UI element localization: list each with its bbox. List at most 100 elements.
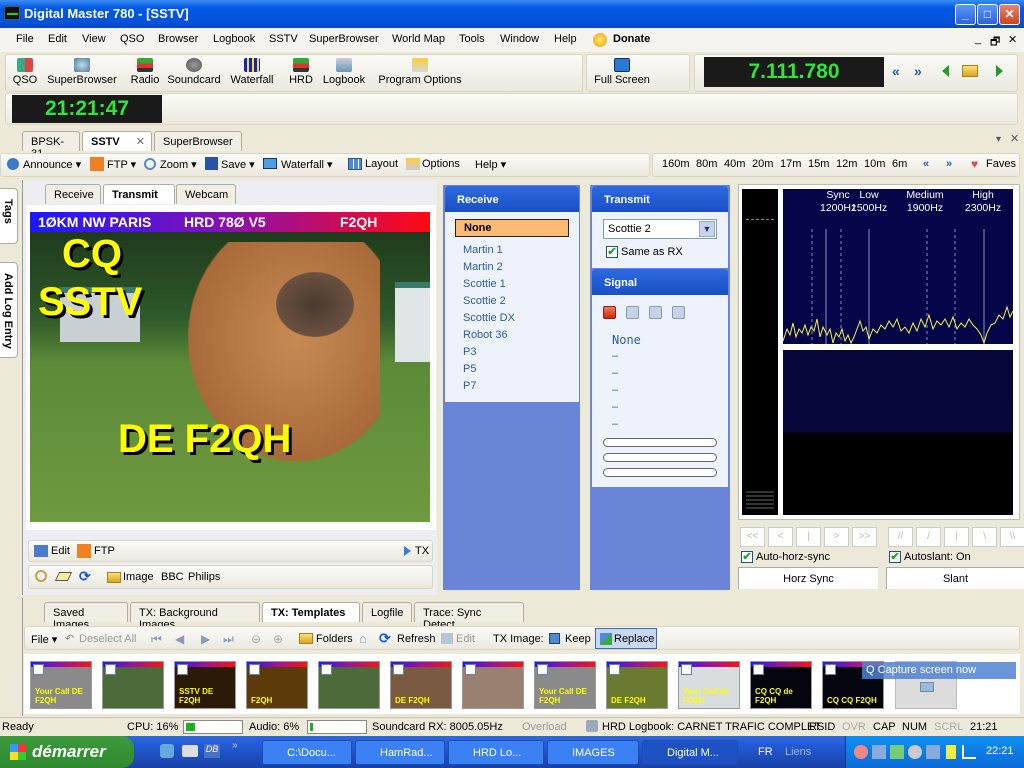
menu-world-map[interactable]: World Map: [392, 33, 445, 45]
menu-help[interactable]: Help: [554, 33, 577, 45]
faves-button[interactable]: Faves: [986, 158, 1016, 170]
slant-left[interactable]: /: [916, 527, 941, 547]
first-icon[interactable]: ⏮: [151, 632, 162, 647]
close-tab-icon[interactable]: ✕: [136, 135, 145, 148]
taskbar-item[interactable]: HRD Lo...: [448, 740, 544, 765]
toolbar-waterfall-button[interactable]: Waterfall: [228, 58, 276, 86]
tab-list-dropdown[interactable]: ▾: [996, 134, 1001, 145]
taskbar-item-active[interactable]: Digital M...: [642, 740, 738, 765]
template-thumbnail[interactable]: F2QH: [246, 661, 308, 709]
ftp-button[interactable]: FTP: [94, 545, 115, 557]
band-prev-button[interactable]: «: [923, 158, 929, 170]
network-icon[interactable]: [926, 745, 940, 759]
tab-saved-images[interactable]: Saved Images: [44, 602, 128, 631]
horz-shift-right-fast[interactable]: >>: [852, 527, 877, 547]
quicklaunch-db-icon[interactable]: DB: [204, 744, 220, 758]
zoom-menu[interactable]: Zoom ▾: [160, 158, 197, 171]
keep-button[interactable]: Keep: [565, 633, 591, 645]
waterfall-display[interactable]: [783, 350, 1013, 515]
refresh-button[interactable]: Refresh: [397, 633, 436, 645]
philips-button[interactable]: Philips: [188, 571, 220, 583]
prev-icon[interactable]: ◀: [175, 632, 184, 646]
horz-shift-left[interactable]: <: [768, 527, 793, 547]
thumbnail-select-checkbox[interactable]: [753, 664, 764, 675]
band-160m[interactable]: 160m: [662, 158, 690, 170]
taskbar-item[interactable]: HamRad...: [355, 740, 445, 765]
minimize-button[interactable]: _: [955, 4, 976, 25]
template-thumbnail[interactable]: Your Call de F2QH: [678, 661, 740, 709]
quicklaunch-ie-icon[interactable]: [160, 744, 174, 758]
receive-mode-item[interactable]: P7: [463, 380, 476, 392]
quicklaunch-more[interactable]: »: [232, 740, 238, 751]
menu-view[interactable]: View: [82, 33, 106, 45]
thumbnail-select-checkbox[interactable]: [393, 664, 404, 675]
spectrum-display[interactable]: Sync 1200Hz Low 1500Hz Medium 1900Hz High 23…: [783, 189, 1013, 344]
receive-mode-item[interactable]: Martin 1: [463, 244, 503, 256]
home-icon[interactable]: ⌂: [359, 631, 367, 646]
band-15m[interactable]: 15m: [808, 158, 829, 170]
menu-logbook[interactable]: Logbook: [213, 33, 255, 45]
autoslant-checkbox[interactable]: ✔: [889, 551, 901, 563]
next-icon[interactable]: ▶: [201, 632, 210, 646]
waterfall-menu[interactable]: Waterfall ▾: [281, 158, 333, 171]
deselect-all-button[interactable]: Deselect All: [79, 633, 136, 645]
tray-icon[interactable]: [946, 745, 956, 759]
zoom-in-icon[interactable]: ⊕: [273, 632, 283, 646]
toolbar-radio-button[interactable]: Radio: [128, 58, 162, 86]
thumbnail-select-checkbox[interactable]: [537, 664, 548, 675]
horz-sync-button[interactable]: Horz Sync: [738, 567, 878, 589]
same-as-rx-checkbox[interactable]: ✔: [606, 246, 618, 258]
freq-next-button[interactable]: »: [914, 63, 922, 79]
slant-right-fast[interactable]: \\: [1000, 527, 1024, 547]
menu-edit[interactable]: Edit: [48, 33, 67, 45]
announce-menu[interactable]: Announce ▾: [23, 158, 81, 171]
slant-button[interactable]: Slant: [886, 567, 1024, 589]
tab-webcam[interactable]: Webcam: [176, 184, 236, 204]
slant-right[interactable]: \: [972, 527, 997, 547]
replace-button[interactable]: Replace: [595, 628, 657, 649]
tab-trace-sync-detect[interactable]: Trace: Sync Detect: [414, 602, 524, 631]
template-thumbnail[interactable]: [318, 661, 380, 709]
horz-reset[interactable]: |: [796, 527, 821, 547]
template-thumbnail[interactable]: DE F2QH: [390, 661, 452, 709]
horz-shift-right[interactable]: >: [824, 527, 849, 547]
close-button[interactable]: ✕: [999, 4, 1020, 25]
tab-sstv[interactable]: SSTV ✕: [82, 131, 152, 151]
tab-receive[interactable]: Receive: [45, 184, 101, 204]
last-icon[interactable]: ⏭: [223, 632, 234, 647]
tx-mode-select[interactable]: Scottie 2 ▼: [603, 219, 717, 239]
menu-window[interactable]: Window: [500, 33, 539, 45]
thumbnail-select-checkbox[interactable]: [465, 664, 476, 675]
toolbar-superbrowser-button[interactable]: SuperBrowser: [46, 58, 118, 86]
eraser-icon[interactable]: [54, 572, 73, 581]
receive-mode-item[interactable]: Martin 2: [463, 261, 503, 273]
toolbar-soundcard-button[interactable]: Soundcard: [166, 58, 222, 86]
options-button[interactable]: Options: [422, 158, 460, 170]
maximize-button[interactable]: □: [977, 4, 998, 25]
freq-prev-button[interactable]: «: [892, 63, 900, 79]
thumbnail-select-checkbox[interactable]: [177, 664, 188, 675]
band-6m[interactable]: 6m: [892, 158, 907, 170]
zoom-out-icon[interactable]: ⊖: [251, 632, 261, 646]
chevron-down-icon[interactable]: ▼: [699, 221, 715, 237]
mdi-close[interactable]: ✕: [1008, 33, 1017, 46]
band-10m[interactable]: 10m: [864, 158, 885, 170]
mdi-minimize[interactable]: _: [975, 33, 981, 45]
menu-file[interactable]: File: [16, 33, 34, 45]
receive-mode-item[interactable]: Robot 36: [463, 329, 508, 341]
thumbnail-select-checkbox[interactable]: [321, 664, 332, 675]
menu-donate[interactable]: Donate: [613, 33, 650, 45]
start-button[interactable]: démarrer: [0, 736, 134, 768]
image-button[interactable]: Image: [123, 571, 154, 583]
receive-mode-item[interactable]: P3: [463, 346, 476, 358]
menu-tools[interactable]: Tools: [459, 33, 485, 45]
thumbnail-select-checkbox[interactable]: [33, 664, 44, 675]
edit-button[interactable]: Edit: [51, 545, 70, 557]
help-menu[interactable]: Help ▾: [475, 158, 506, 171]
forward-arrow-icon[interactable]: [996, 65, 1003, 77]
network-icon[interactable]: [872, 745, 886, 759]
refresh-icon[interactable]: ⟳: [79, 568, 91, 585]
tab-superbrowser[interactable]: SuperBrowser: [154, 131, 242, 151]
band-80m[interactable]: 80m: [696, 158, 717, 170]
auto-horz-sync-checkbox[interactable]: ✔: [741, 551, 753, 563]
